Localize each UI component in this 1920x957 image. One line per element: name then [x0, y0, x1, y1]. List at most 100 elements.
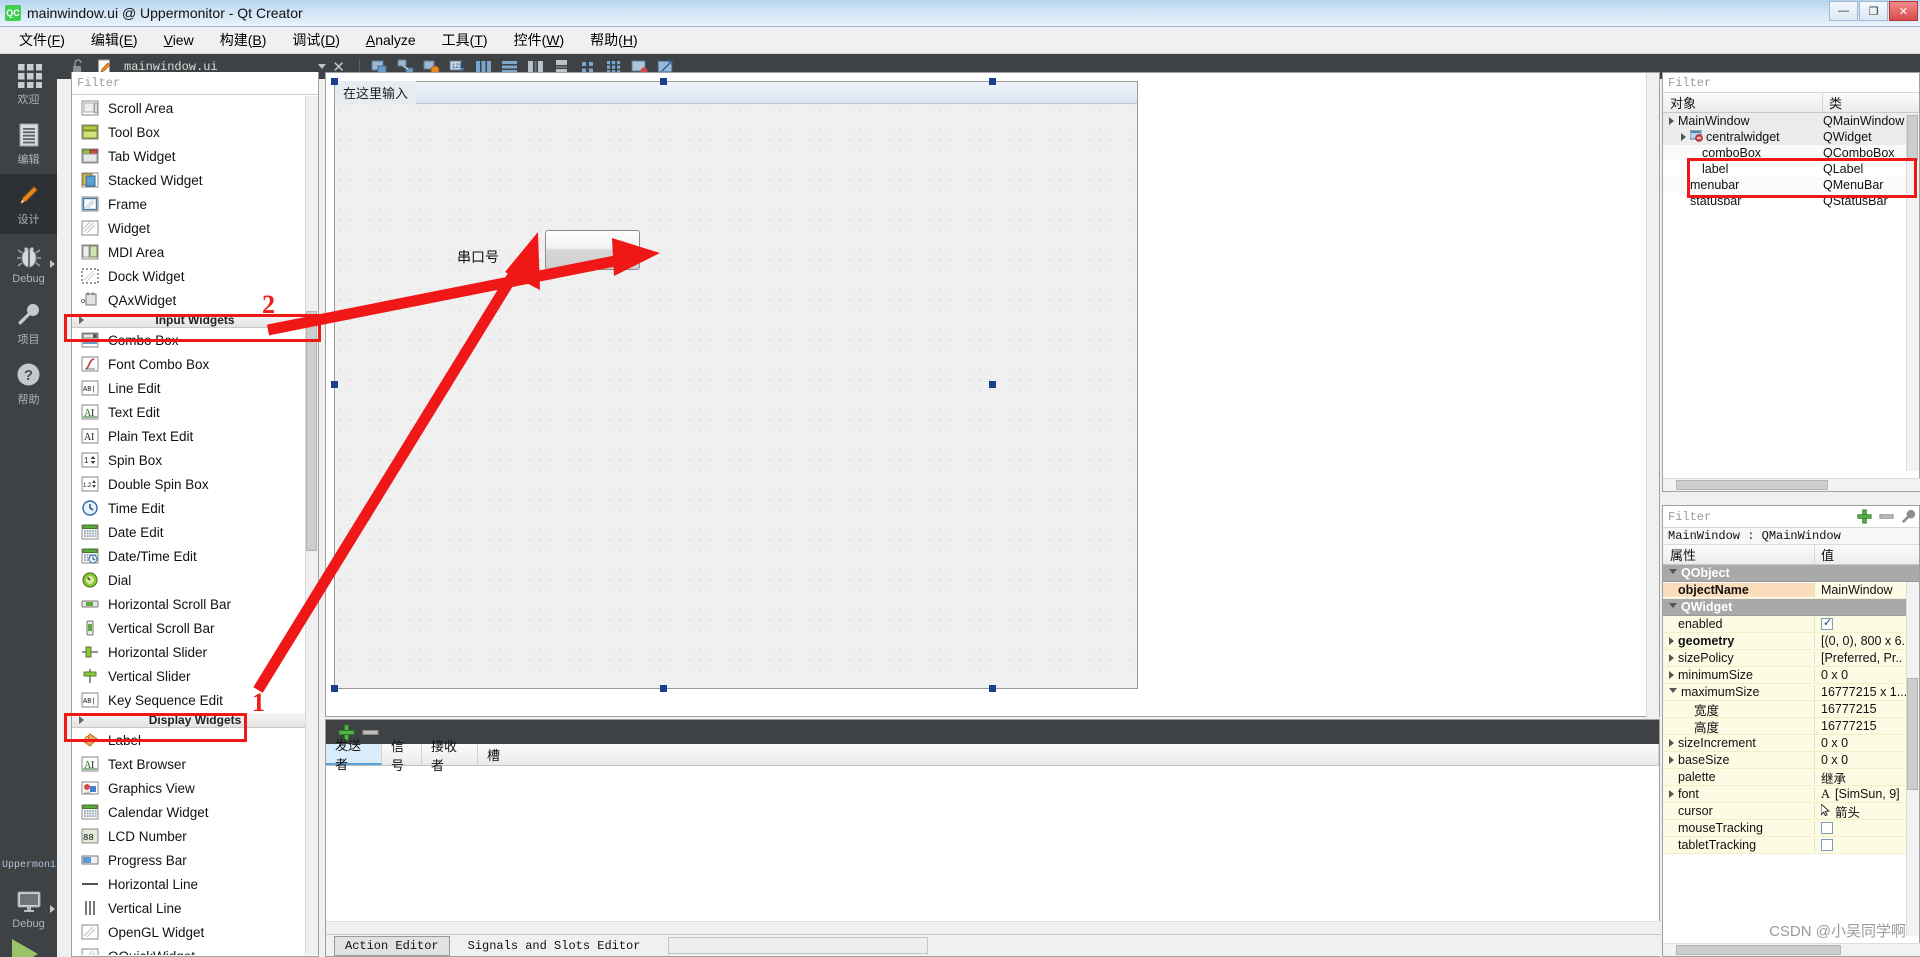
property-row-高度[interactable]: 高度 16777215 — [1663, 716, 1919, 736]
scrollbar-thumb[interactable] — [1907, 678, 1918, 790]
chevron-down-icon[interactable] — [317, 64, 326, 69]
expander-icon[interactable] — [1669, 602, 1677, 612]
widget-item-tool-box[interactable]: Tool Box — [72, 120, 318, 144]
object-row-statusbar[interactable]: statusbar QStatusBar — [1663, 193, 1919, 209]
form-canvas[interactable]: 串口号 — [335, 105, 1137, 688]
widget-item-horizontal-scroll-bar[interactable]: Horizontal Scroll Bar — [72, 592, 318, 616]
scrollbar-thumb[interactable] — [1676, 480, 1828, 490]
widget-item-mdi-area[interactable]: MDI Area — [72, 240, 318, 264]
menu-item-9[interactable]: 帮助(H) — [577, 26, 650, 54]
bottom-column-4[interactable]: 槽 — [478, 744, 1659, 765]
menu-item-3[interactable]: View — [151, 28, 207, 52]
widget-item-vertical-slider[interactable]: Vertical Slider — [72, 664, 318, 688]
widget-category-input-widgets[interactable]: Input Widgets — [72, 312, 318, 328]
property-row-objectName[interactable]: objectName MainWindow — [1663, 582, 1919, 599]
widget-item-qquickwidget[interactable]: QQuickWidget — [72, 944, 318, 955]
property-value-cell[interactable]: 0 x 0 — [1815, 736, 1919, 750]
expander-icon[interactable] — [1669, 739, 1674, 747]
widget-item-frame[interactable]: Frame — [72, 192, 318, 216]
widget-item-date-time-edit[interactable]: Date/Time Edit — [72, 544, 318, 568]
widget-item-time-edit[interactable]: Time Edit — [72, 496, 318, 520]
menu-item-5[interactable]: 调试(D) — [279, 26, 352, 54]
property-checkbox[interactable] — [1821, 822, 1833, 834]
property-checkbox[interactable] — [1821, 839, 1833, 851]
widget-item-text-browser[interactable]: A I Text Browser — [72, 752, 318, 776]
object-row-comboBox[interactable]: comboBox QComboBox — [1663, 145, 1919, 161]
resize-handle-bm[interactable] — [660, 685, 667, 692]
widget-item-scroll-area[interactable]: Scroll Area — [72, 96, 318, 120]
widget-item-spin-box[interactable]: 1 Spin Box — [72, 448, 318, 472]
widget-item-combo-box[interactable]: Combo Box — [72, 328, 318, 352]
mode-item-设计[interactable]: 设计 — [0, 174, 57, 234]
form-menubar-placeholder[interactable]: 在这里输入 — [335, 81, 417, 104]
form-vertical-scrollbar[interactable] — [1646, 73, 1659, 718]
property-row-宽度[interactable]: 宽度 16777215 — [1663, 699, 1919, 719]
widget-box-list[interactable]: Scroll Area Tool Box Tab Widget Stacked Wid… — [72, 96, 318, 955]
widget-item-lcd-number[interactable]: 88 LCD Number — [72, 824, 318, 848]
property-row-QObject[interactable]: QObject — [1663, 565, 1919, 582]
property-value-cell[interactable]: 箭头 — [1815, 802, 1919, 821]
wrench-icon[interactable] — [1897, 508, 1919, 526]
widget-item-graphics-view[interactable]: ABC Graphics View — [72, 776, 318, 800]
form-label-widget[interactable]: 串口号 — [457, 247, 499, 267]
expander-icon[interactable] — [1669, 654, 1674, 662]
bottom-tab-2[interactable]: Signals and Slots Editor — [458, 937, 651, 955]
property-value-cell[interactable] — [1815, 822, 1919, 834]
mode-item-帮助[interactable]: ? 帮助 — [0, 354, 57, 414]
property-value-cell[interactable]: [Preferred, Pr.. — [1815, 651, 1919, 665]
plus-icon[interactable] — [1853, 508, 1875, 526]
property-row-geometry[interactable]: geometry [(0, 0), 800 x 6.. — [1663, 633, 1919, 650]
mode-item-欢迎[interactable]: 欢迎 — [0, 54, 57, 114]
widget-item-line-edit[interactable]: AB| Line Edit — [72, 376, 318, 400]
widget-item-progress-bar[interactable]: Progress Bar — [72, 848, 318, 872]
widget-item-dial[interactable]: Dial — [72, 568, 318, 592]
property-row-sizePolicy[interactable]: sizePolicy [Preferred, Pr.. — [1663, 650, 1919, 667]
object-row-menubar[interactable]: menubar QMenuBar — [1663, 177, 1919, 193]
menu-item-6[interactable]: Analyze — [353, 28, 429, 52]
bottom-column-2[interactable]: 信号 — [382, 739, 422, 773]
property-row-font[interactable]: font A [SimSun, 9] — [1663, 786, 1919, 803]
widget-item-qaxwidget[interactable]: QAxWidget — [72, 288, 318, 312]
minus-icon[interactable] — [1875, 508, 1897, 526]
property-editor-vscrollbar[interactable] — [1906, 582, 1919, 936]
mode-item-Debug[interactable]: Debug — [0, 234, 57, 294]
expander-icon[interactable] — [1669, 790, 1674, 798]
main-window-form[interactable]: 在这里输入 串口号 — [334, 81, 1138, 689]
property-row-baseSize[interactable]: baseSize 0 x 0 — [1663, 752, 1919, 769]
property-value-cell[interactable]: 16777215 — [1815, 719, 1919, 733]
widget-item-opengl-widget[interactable]: OpenGL Widget — [72, 920, 318, 944]
expander-icon[interactable] — [1669, 117, 1674, 125]
widget-item-vertical-scroll-bar[interactable]: Vertical Scroll Bar — [72, 616, 318, 640]
widget-item-tab-widget[interactable]: Tab Widget — [72, 144, 318, 168]
property-editor-hscrollbar[interactable] — [1663, 943, 1920, 956]
object-inspector-filter[interactable]: Filter — [1663, 73, 1919, 93]
widget-item-label[interactable]: Label — [72, 728, 318, 752]
resize-handle-ml[interactable] — [331, 381, 338, 388]
menu-item-1[interactable]: 文件(F) — [6, 26, 78, 54]
menu-item-8[interactable]: 控件(W) — [501, 26, 578, 54]
menu-item-2[interactable]: 编辑(E) — [78, 26, 151, 54]
property-row-enabled[interactable]: enabled — [1663, 616, 1919, 633]
property-value-cell[interactable]: 16777215 — [1815, 702, 1919, 716]
bottom-pane-hscrollbar[interactable] — [326, 921, 1661, 934]
widget-item-key-sequence-edit[interactable]: AB| Key Sequence Edit — [72, 688, 318, 712]
widget-box-scrollbar[interactable] — [305, 96, 318, 955]
object-row-label[interactable]: label QLabel — [1663, 161, 1919, 177]
widget-item-double-spin-box[interactable]: 1.2 Double Spin Box — [72, 472, 318, 496]
object-inspector-hscrollbar[interactable] — [1663, 478, 1920, 491]
widget-item-stacked-widget[interactable]: Stacked Widget — [72, 168, 318, 192]
form-menubar[interactable]: 在这里输入 — [335, 81, 1137, 104]
property-value-cell[interactable]: 0 x 0 — [1815, 668, 1919, 682]
property-value-cell[interactable]: A [SimSun, 9] — [1815, 787, 1919, 802]
maximize-button[interactable]: ❐ — [1859, 1, 1888, 21]
property-value-cell[interactable] — [1815, 839, 1919, 851]
widget-item-plain-text-edit[interactable]: A I Plain Text Edit — [72, 424, 318, 448]
scrollbar-thumb[interactable] — [1907, 115, 1918, 161]
widget-item-font-combo-box[interactable]: Font Combo Box — [72, 352, 318, 376]
resize-handle-tl[interactable] — [331, 78, 338, 85]
widget-item-calendar-widget[interactable]: Calendar Widget — [72, 800, 318, 824]
expander-icon[interactable] — [1669, 637, 1674, 645]
form-combobox-widget[interactable] — [545, 230, 640, 270]
expander-icon[interactable] — [1669, 756, 1674, 764]
object-row-MainWindow[interactable]: MainWindow QMainWindow — [1663, 113, 1919, 129]
